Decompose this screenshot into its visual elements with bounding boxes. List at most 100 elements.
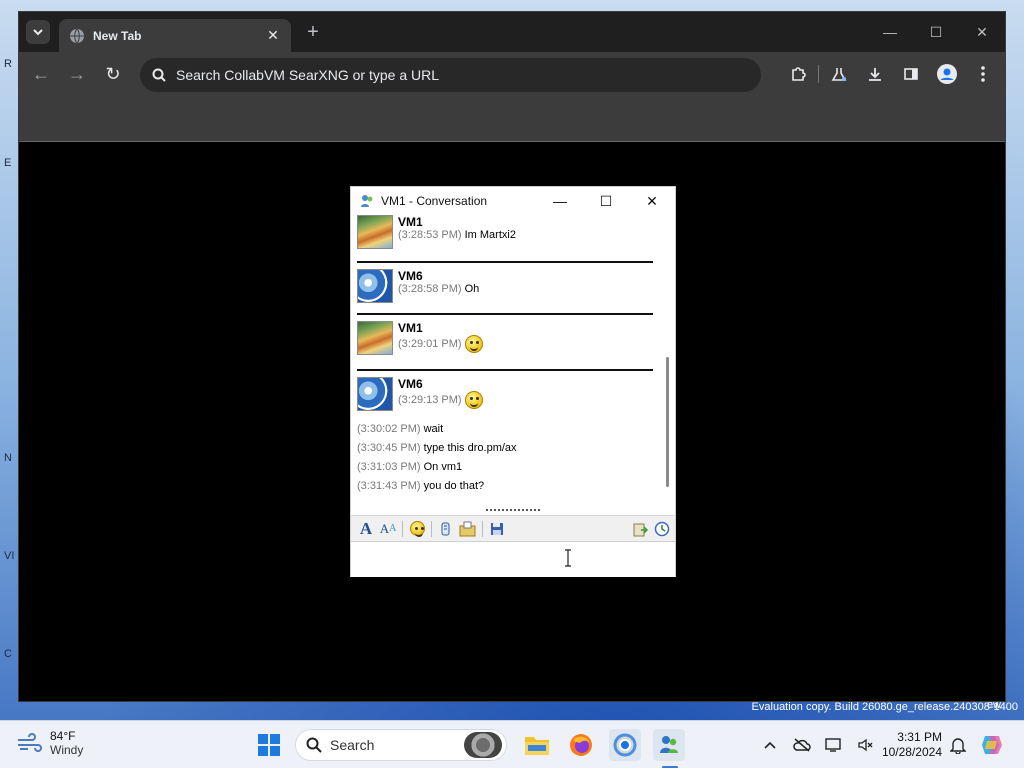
network-icon[interactable] bbox=[818, 729, 850, 761]
format-toolbar-right bbox=[629, 518, 675, 540]
profile-icon[interactable] bbox=[929, 58, 965, 90]
send-file-icon[interactable] bbox=[457, 518, 479, 540]
desktop-icon-label: VI bbox=[4, 550, 15, 562]
paste-icon[interactable] bbox=[629, 518, 651, 540]
maximize-icon[interactable]: ☐ bbox=[913, 12, 959, 52]
message-item: VM1 (3:28:53 PM) Im Martxi2 bbox=[357, 215, 659, 255]
tab-new-tab[interactable]: New Tab ✕ bbox=[59, 19, 291, 52]
flask-icon[interactable] bbox=[821, 58, 857, 90]
desktop-icon-label: C bbox=[4, 648, 12, 660]
notification-bell-icon[interactable] bbox=[942, 729, 974, 761]
kebab-menu-icon[interactable] bbox=[965, 58, 1001, 90]
desktop-icon-label: N bbox=[4, 452, 12, 464]
tab-strip: New Tab ✕ + — ☐ ✕ bbox=[19, 12, 1005, 52]
toolbar-separator bbox=[482, 520, 483, 537]
message-line: (3:30:02 PM) wait bbox=[357, 423, 669, 435]
weather-widget[interactable]: 84°F Windy bbox=[16, 729, 83, 757]
conversation-title: VM1 - Conversation bbox=[381, 194, 488, 208]
tab-title: New Tab bbox=[93, 28, 142, 43]
bookmarks-bar bbox=[19, 96, 1005, 142]
download-icon[interactable] bbox=[857, 58, 893, 90]
wind-icon bbox=[18, 733, 42, 752]
message-sender: VM1 bbox=[398, 321, 423, 335]
avatar bbox=[357, 321, 393, 355]
message-time: (3:30:45 PM) bbox=[357, 442, 421, 454]
resize-grip[interactable] bbox=[486, 509, 540, 513]
clock-date: 10/28/2024 bbox=[881, 745, 942, 759]
cloud-sync-icon[interactable] bbox=[786, 729, 818, 761]
text-cursor-icon bbox=[565, 549, 571, 567]
minimize-icon[interactable]: — bbox=[537, 187, 583, 215]
message-line: (3:29:01 PM) bbox=[398, 335, 659, 353]
save-icon[interactable] bbox=[486, 518, 508, 540]
message-input[interactable] bbox=[351, 541, 675, 577]
message-item: VM6 (3:29:13 PM) bbox=[357, 377, 659, 423]
taskbar-clock[interactable]: 3:31 PM 10/28/2024 bbox=[876, 730, 942, 760]
color-font-icon[interactable]: AA bbox=[377, 518, 399, 540]
globe-icon bbox=[70, 28, 84, 43]
chevron-down-icon[interactable] bbox=[26, 20, 50, 44]
chevron-up-icon[interactable] bbox=[754, 729, 786, 761]
font-icon[interactable]: A bbox=[355, 518, 377, 540]
message-history[interactable]: VM1 (3:28:53 PM) Im Martxi2 VM6 (3:28:58… bbox=[351, 215, 669, 509]
messenger-icon bbox=[361, 195, 373, 207]
plus-icon[interactable]: + bbox=[301, 21, 325, 44]
message-time: (3:29:13 PM) bbox=[398, 394, 462, 406]
message-line: (3:29:13 PM) bbox=[398, 391, 659, 409]
arrow-right-icon[interactable]: → bbox=[59, 58, 95, 90]
browser-toolbar: ← → ↻ Search CollabVM SearXNG or type a … bbox=[19, 52, 1005, 96]
message-time: (3:31:03 PM) bbox=[357, 461, 421, 473]
emoticon-icon[interactable] bbox=[406, 518, 428, 540]
history-icon[interactable] bbox=[651, 518, 673, 540]
taskbar-search[interactable]: Search bbox=[295, 729, 507, 761]
message-sender: VM6 bbox=[398, 269, 423, 283]
desktop-icon-label: R bbox=[4, 58, 12, 70]
reload-icon[interactable]: ↻ bbox=[95, 58, 131, 90]
avatar bbox=[357, 215, 393, 249]
maximize-icon[interactable]: ☐ bbox=[583, 187, 629, 215]
conversation-titlebar[interactable]: VM1 - Conversation — ☐ ✕ bbox=[351, 187, 675, 215]
windows-start-icon[interactable] bbox=[253, 729, 285, 761]
nudge-icon[interactable] bbox=[435, 518, 457, 540]
firefox-icon[interactable] bbox=[565, 729, 597, 761]
message-time: (3:28:53 PM) bbox=[398, 229, 462, 241]
format-toolbar: A AA bbox=[351, 515, 675, 541]
close-icon[interactable]: ✕ bbox=[265, 27, 281, 44]
close-icon[interactable]: ✕ bbox=[629, 187, 675, 215]
messenger-icon[interactable] bbox=[653, 729, 685, 761]
browser-window: New Tab ✕ + — ☐ ✕ ← → ↻ Search CollabVM … bbox=[18, 11, 1006, 711]
copilot-icon[interactable] bbox=[976, 729, 1008, 761]
toolbar-separator bbox=[431, 520, 432, 537]
message-text: Im Martxi2 bbox=[464, 229, 516, 241]
message-text: Oh bbox=[464, 283, 480, 295]
evaluation-watermark: Evaluation copy. Build 26080.ge_release.… bbox=[751, 701, 1018, 713]
message-text: you do that? bbox=[423, 480, 485, 492]
message-time: (3:31:43 PM) bbox=[357, 480, 421, 492]
chrome-icon[interactable] bbox=[609, 729, 641, 761]
weather-desc: Windy bbox=[50, 743, 84, 757]
message-text: On vm1 bbox=[423, 461, 463, 473]
arrow-left-icon[interactable]: ← bbox=[23, 58, 59, 90]
omnibox[interactable]: Search CollabVM SearXNG or type a URL bbox=[140, 58, 761, 92]
window-controls: — ☐ ✕ bbox=[867, 12, 1005, 52]
avatar bbox=[357, 269, 393, 303]
weather-temp: 84°F bbox=[50, 729, 76, 743]
taskbar-search-label: Search bbox=[330, 737, 375, 753]
message-line: (3:30:45 PM) type this dro.pm/ax bbox=[357, 442, 669, 454]
close-window-icon[interactable]: ✕ bbox=[959, 12, 1005, 52]
scrollbar-thumb[interactable] bbox=[666, 357, 669, 487]
message-divider bbox=[357, 369, 653, 371]
side-panel-icon[interactable] bbox=[893, 58, 929, 90]
toolbar-separator bbox=[402, 520, 403, 537]
message-time: (3:30:02 PM) bbox=[357, 423, 421, 435]
message-line: (3:31:43 PM) you do that? bbox=[357, 480, 669, 492]
search-icon bbox=[152, 68, 166, 82]
minimize-icon[interactable]: — bbox=[867, 12, 913, 52]
message-divider bbox=[357, 313, 653, 315]
puzzle-icon[interactable] bbox=[780, 58, 816, 90]
message-line: (3:28:53 PM) Im Martxi2 bbox=[398, 229, 659, 241]
message-line: (3:31:03 PM) On vm1 bbox=[357, 461, 669, 473]
smiley-icon bbox=[464, 335, 483, 353]
file-explorer-icon[interactable] bbox=[521, 729, 553, 761]
desktop-icon-label: E bbox=[4, 157, 12, 169]
